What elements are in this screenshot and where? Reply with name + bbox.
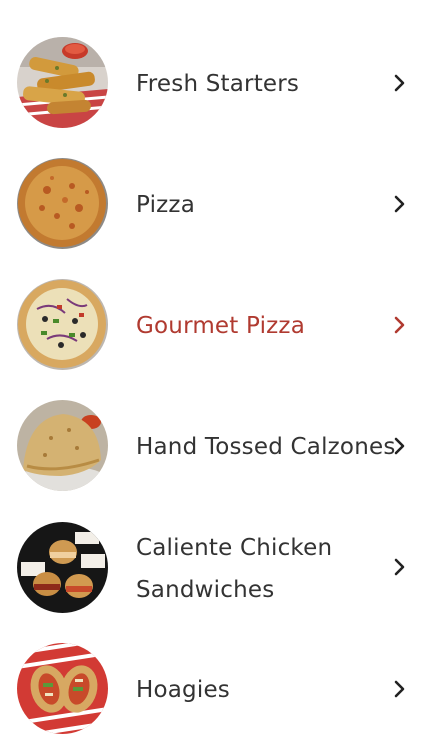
- category-row-gourmet-pizza[interactable]: Gourmet Pizza: [0, 264, 422, 385]
- menu-category-list: Fresh Starters Pizza Gourmet Pizza Hand …: [0, 0, 422, 750]
- category-row-caliente-chicken-sandwiches[interactable]: Caliente Chicken Sandwiches: [0, 506, 422, 630]
- chevron-right-icon: [392, 316, 408, 334]
- category-label: Pizza: [136, 192, 195, 218]
- chevron-right-icon: [392, 437, 408, 455]
- pizza-thumbnail: [17, 158, 108, 249]
- category-row-fresh-starters[interactable]: Fresh Starters: [0, 22, 422, 143]
- category-label: Fresh Starters: [136, 71, 300, 97]
- hoagie-thumbnail: [17, 643, 108, 734]
- gourmet-pizza-thumbnail: [17, 279, 108, 370]
- category-label: Gourmet Pizza: [136, 313, 306, 339]
- chevron-right-icon: [392, 680, 408, 698]
- chevron-right-icon: [392, 195, 408, 213]
- chicken-sandwiches-thumbnail: [17, 522, 108, 613]
- breadsticks-thumbnail: [17, 37, 108, 128]
- category-row-pizza[interactable]: Pizza: [0, 143, 422, 264]
- calzone-thumbnail: [17, 400, 108, 491]
- chevron-right-icon: [392, 558, 408, 576]
- category-label: Hand Tossed Calzones: [136, 434, 396, 460]
- category-row-hoagies[interactable]: Hoagies: [0, 630, 422, 751]
- category-label: Caliente Chicken Sandwiches: [136, 535, 333, 603]
- category-row-hand-tossed-calzones[interactable]: Hand Tossed Calzones: [0, 385, 422, 506]
- chevron-right-icon: [392, 74, 408, 92]
- category-label: Hoagies: [136, 677, 230, 703]
